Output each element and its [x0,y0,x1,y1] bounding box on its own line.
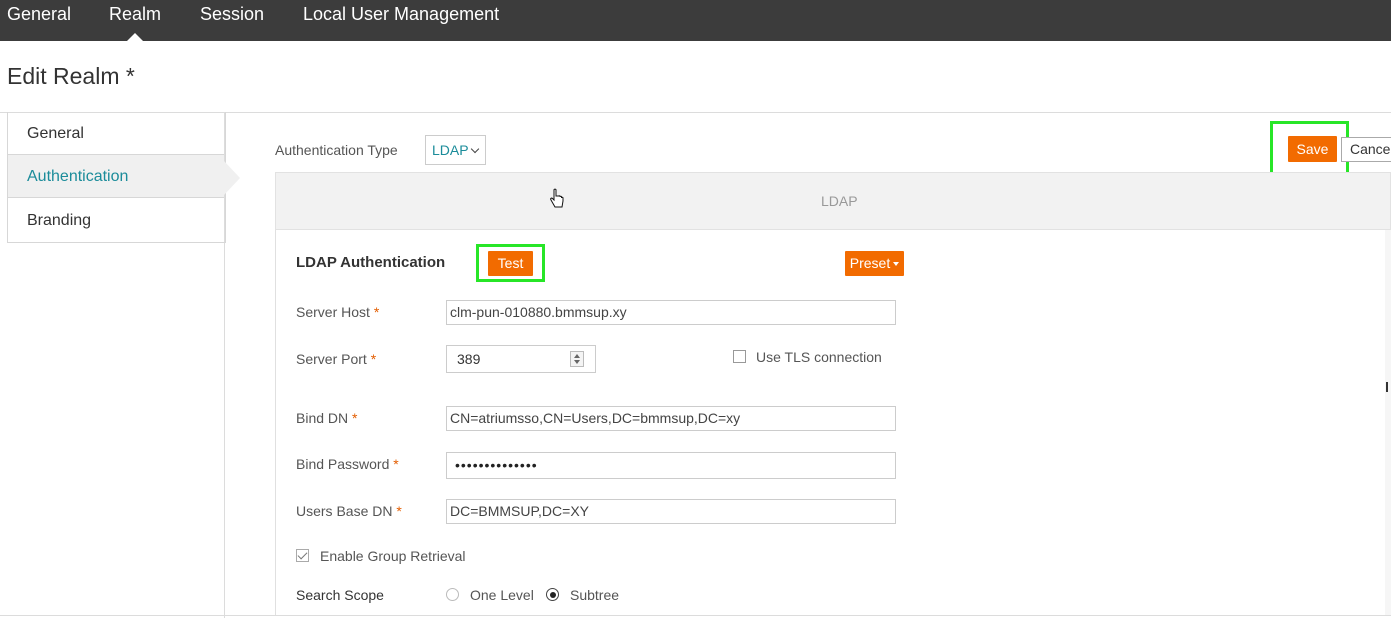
subtree-label: Subtree [570,587,620,603]
active-sidebar-arrow [224,161,240,195]
server-host-input[interactable]: clm-pun-010880.bmmsup.xy [446,300,896,325]
cancel-button[interactable]: Cancel [1341,137,1391,162]
bottom-border [0,615,1391,616]
sidebar: General Authentication Branding [7,112,226,243]
top-nav: General Realm Session Local User Managem… [0,0,1391,41]
auth-type-value: LDAP [432,142,469,158]
save-button[interactable]: Save [1288,136,1337,162]
server-host-label: Server Host * [296,304,380,320]
use-tls-checkbox[interactable] [733,350,746,363]
scroll-thumb[interactable] [1386,382,1391,392]
server-port-value: 389 [457,351,481,367]
hand-pointer-icon [550,188,564,208]
subtree-radio[interactable] [546,588,559,601]
one-level-radio[interactable] [446,588,459,601]
spin-down-icon [574,360,580,364]
users-base-dn-input[interactable]: DC=BMMSUP,DC=XY [446,499,896,524]
caret-down-icon [893,262,900,267]
ldap-header: LDAP [275,172,1391,230]
tab-session[interactable]: Session [200,0,264,41]
users-base-dn-label: Users Base DN * [296,503,402,519]
port-spinner[interactable] [570,351,584,367]
preset-label: Preset [849,255,891,271]
tab-local-user-management[interactable]: Local User Management [303,0,499,41]
sidebar-item-authentication[interactable]: Authentication [8,155,224,198]
ldap-section-title: LDAP Authentication [296,254,446,271]
use-tls-label: Use TLS connection [756,349,882,365]
chevron-down-icon [470,144,480,154]
bind-dn-input[interactable]: CN=atriumsso,CN=Users,DC=bmmsup,DC=xy [446,406,896,431]
page-title: Edit Realm * [7,63,135,89]
bind-dn-label: Bind DN * [296,410,358,426]
spin-up-icon [574,354,580,358]
bind-password-input[interactable]: •••••••••••••• [446,452,896,479]
sidebar-item-general[interactable]: General [8,112,224,155]
search-scope-label: Search Scope [296,587,384,603]
auth-type-label: Authentication Type [275,142,398,158]
enable-group-retrieval-checkbox[interactable] [296,549,309,562]
scroll-track[interactable] [1385,230,1391,616]
auth-type-select[interactable]: LDAP [425,135,486,165]
active-tab-indicator [127,33,143,41]
ldap-header-label: LDAP [821,193,858,209]
test-button[interactable]: Test [488,251,533,276]
sidebar-item-branding[interactable]: Branding [8,199,224,242]
preset-button[interactable]: Preset [845,251,904,276]
server-port-label: Server Port * [296,351,377,367]
bind-password-label: Bind Password * [296,456,399,472]
one-level-label: One Level [470,587,534,603]
tab-general[interactable]: General [7,0,71,41]
server-port-input[interactable]: 389 [446,345,596,373]
enable-group-retrieval-label: Enable Group Retrieval [320,548,466,564]
